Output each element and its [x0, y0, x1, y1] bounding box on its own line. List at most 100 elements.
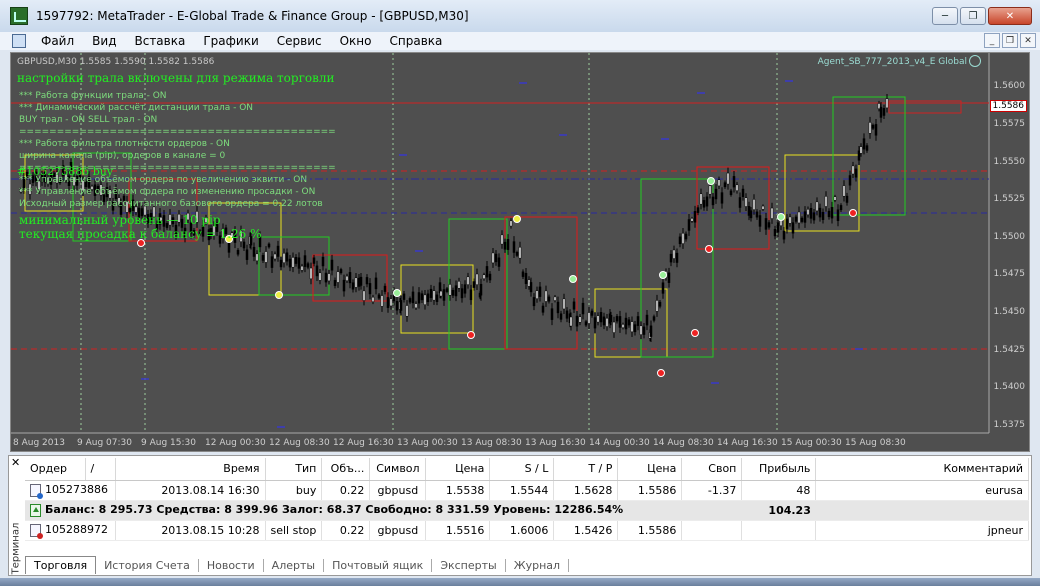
- candle-body: [442, 289, 446, 301]
- candle-body: [306, 263, 310, 268]
- order-row[interactable]: 105288972 2013.08.15 10:28 sell stop 0.2…: [25, 520, 1029, 541]
- tab-experts[interactable]: Эксперты: [432, 558, 506, 572]
- col-sort[interactable]: /: [85, 458, 116, 481]
- info-separator-1: ========================================…: [19, 127, 336, 137]
- col-symbol[interactable]: Символ: [369, 458, 427, 481]
- title-bar: 1597792: MetaTrader - E-Global Trade & F…: [0, 0, 1040, 32]
- order-sl-cell: 1.6006: [489, 520, 555, 541]
- col-volume[interactable]: Объ...: [321, 458, 371, 481]
- candle-body: [791, 222, 795, 234]
- candle-body: [738, 197, 742, 208]
- candle-body: [255, 253, 259, 262]
- candle-body: [569, 316, 573, 327]
- menu-file[interactable]: Файл: [32, 34, 83, 48]
- candle-body: [575, 315, 579, 327]
- order-volume-cell: 0.22: [321, 520, 371, 541]
- time-tick: 13 Aug 08:30: [461, 438, 522, 448]
- trade-marker: [657, 369, 665, 377]
- trade-marker: [513, 215, 521, 223]
- order-id-cell: 105288972: [25, 520, 116, 541]
- candle-body: [420, 293, 424, 301]
- terminal-close-icon[interactable]: ✕: [11, 456, 20, 469]
- trade-marker: [849, 209, 857, 217]
- candle-body: [621, 324, 625, 328]
- candle-body: [386, 297, 390, 308]
- candle-body: [612, 321, 616, 333]
- candle-body: [618, 316, 622, 328]
- col-price[interactable]: Цена: [425, 458, 491, 481]
- candle-body: [693, 211, 697, 223]
- mdi-minimize-button[interactable]: _: [984, 33, 1000, 48]
- candle-body: [348, 272, 352, 284]
- price-chart[interactable]: GBPUSD,M30 1.5585 1.5590 1.5582 1.5586 A…: [10, 52, 1030, 452]
- col-comment[interactable]: Комментарий: [815, 458, 1029, 481]
- candle-body: [794, 216, 798, 222]
- candle-body: [655, 300, 659, 312]
- mdi-close-button[interactable]: ✕: [1020, 33, 1036, 48]
- col-order[interactable]: Ордер: [25, 458, 86, 481]
- col-type[interactable]: Тип: [265, 458, 323, 481]
- candle-body: [435, 294, 439, 302]
- candle-body: [315, 265, 319, 277]
- candle-body: [365, 277, 369, 285]
- tab-journal[interactable]: Журнал: [506, 558, 570, 572]
- candle-body: [562, 298, 566, 310]
- menu-insert[interactable]: Вставка: [125, 34, 194, 48]
- col-sl[interactable]: S / L: [489, 458, 555, 481]
- mdi-restore-button[interactable]: ❐: [1002, 33, 1018, 48]
- ea-smile-icon: [969, 55, 981, 67]
- trade-marker: [707, 177, 715, 185]
- candle-body: [330, 259, 334, 271]
- candle-body: [854, 168, 858, 178]
- candle-body: [429, 288, 433, 298]
- col-swap[interactable]: Своп: [681, 458, 743, 481]
- trade-marker: [691, 329, 699, 337]
- candle-body: [755, 211, 759, 218]
- order-price-cell: 1.5538: [425, 480, 491, 501]
- tab-account-history[interactable]: История Счета: [96, 558, 199, 572]
- tab-alerts[interactable]: Алерты: [264, 558, 325, 572]
- tab-mailbox[interactable]: Почтовый ящик: [324, 558, 433, 572]
- close-button[interactable]: ✕: [988, 7, 1032, 25]
- balance-icon: [30, 503, 41, 517]
- info-line-8: Исходный размер рассчитанного базового о…: [19, 199, 323, 209]
- candle-body: [714, 188, 718, 200]
- col-tp[interactable]: T / P: [553, 458, 619, 481]
- col-profit[interactable]: Прибыль: [741, 458, 817, 481]
- candle-body: [389, 298, 393, 307]
- candle-body: [399, 300, 403, 311]
- menu-window[interactable]: Окно: [331, 34, 381, 48]
- balance-row: Баланс: 8 295.73 Средства: 8 399.96 Зало…: [25, 500, 1029, 521]
- col-time[interactable]: Время: [115, 458, 266, 481]
- restore-button[interactable]: ❐: [960, 7, 986, 25]
- menu-tools[interactable]: Сервис: [268, 34, 331, 48]
- time-tick: 12 Aug 08:30: [269, 438, 330, 448]
- minimize-button[interactable]: ─: [932, 7, 958, 25]
- candle-body: [741, 188, 745, 197]
- time-tick: 14 Aug 00:30: [589, 438, 650, 448]
- time-tick: 8 Aug 2013: [13, 438, 65, 448]
- order-swap-cell: [681, 520, 743, 541]
- candle-body: [535, 290, 539, 299]
- candle-body: [336, 271, 340, 283]
- info-line-7: *** Управление объёмом ордера по изменен…: [19, 187, 316, 197]
- col-cur-price[interactable]: Цена: [617, 458, 683, 481]
- menu-view[interactable]: Вид: [83, 34, 125, 48]
- candle-body: [541, 305, 545, 313]
- candle-body: [630, 321, 634, 333]
- chart-window-icon[interactable]: [12, 34, 26, 48]
- order-row[interactable]: 105273886 2013.08.14 16:30 buy 0.22 gbpu…: [25, 480, 1029, 501]
- tab-trade[interactable]: Торговля: [25, 556, 97, 574]
- candle-body: [494, 253, 498, 263]
- candle-body: [460, 288, 464, 299]
- current-price-label: 1.5586: [989, 100, 1027, 112]
- trade-marker: [467, 331, 475, 339]
- tab-news[interactable]: Новости: [199, 558, 264, 572]
- menu-charts[interactable]: Графики: [194, 34, 267, 48]
- candle-body: [544, 290, 548, 302]
- menu-help[interactable]: Справка: [381, 34, 452, 48]
- trade-marker: [393, 289, 401, 297]
- candle-body: [374, 277, 378, 290]
- candle-body: [687, 219, 691, 231]
- mdi-controls: _ ❐ ✕: [984, 33, 1036, 48]
